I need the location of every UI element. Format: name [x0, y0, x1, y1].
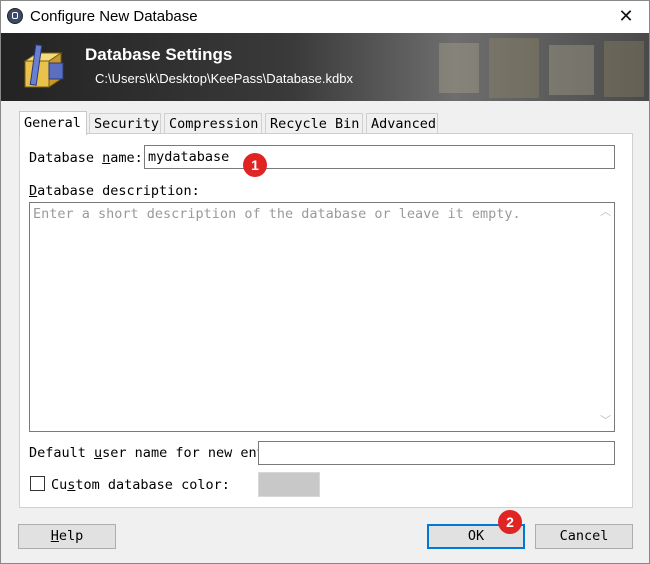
description-scrollbar[interactable]: ︿ ﹀: [597, 203, 614, 431]
default-user-name-label: Default user name for new ent: [29, 445, 265, 461]
custom-color-label[interactable]: Custom database color:: [51, 477, 230, 493]
custom-color-checkbox[interactable]: [30, 476, 45, 491]
tab-general[interactable]: General: [19, 111, 87, 135]
tab-recycle-bin[interactable]: Recycle Bin: [265, 113, 363, 134]
database-description-label: Database description:: [29, 183, 200, 199]
close-icon[interactable]: ✕: [615, 5, 637, 27]
title-bar: Configure New Database ✕: [1, 1, 649, 33]
database-description-textarea[interactable]: Enter a short description of the databas…: [29, 202, 615, 432]
database-file-path: C:\Users\k\Desktop\KeePass\Database.kdbx: [95, 71, 353, 86]
window-title: Configure New Database: [30, 8, 198, 25]
banner-title: Database Settings: [85, 45, 233, 64]
scroll-up-icon[interactable]: ︿: [597, 204, 614, 221]
default-user-name-input[interactable]: [258, 441, 615, 465]
help-button[interactable]: Help: [18, 524, 116, 549]
database-name-label: Database name:: [29, 150, 143, 166]
header-banner: Database Settings C:\Users\k\Desktop\Kee…: [1, 33, 649, 101]
annotation-marker-2: 2: [498, 510, 522, 534]
database-name-input[interactable]: [144, 145, 615, 169]
configure-database-dialog: Configure New Database ✕ Database Settin…: [0, 0, 650, 564]
custom-color-swatch-button[interactable]: [258, 472, 320, 497]
scroll-down-icon[interactable]: ﹀: [597, 413, 614, 430]
cancel-button[interactable]: Cancel: [535, 524, 633, 549]
description-placeholder: Enter a short description of the databas…: [33, 206, 521, 222]
database-settings-icon: [23, 44, 64, 88]
tab-security[interactable]: Security: [89, 113, 161, 134]
keepass-lock-icon: [7, 8, 23, 24]
annotation-marker-1: 1: [243, 153, 267, 177]
tab-advanced[interactable]: Advanced: [366, 113, 438, 134]
tab-compression[interactable]: Compression: [164, 113, 262, 134]
banner-decoration-icon: [439, 38, 644, 98]
